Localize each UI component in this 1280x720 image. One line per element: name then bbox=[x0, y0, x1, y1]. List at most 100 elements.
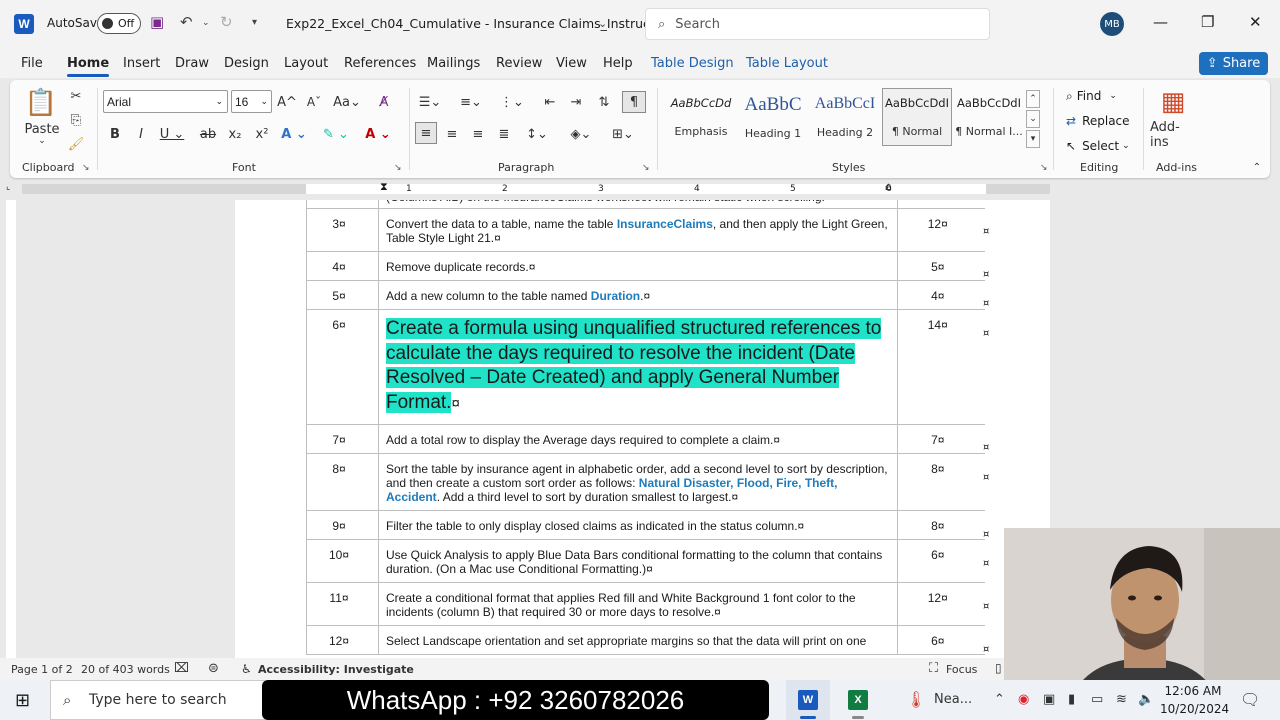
step-description-highlighted[interactable]: Create a formula using unqualified struc… bbox=[378, 309, 898, 425]
styles-launcher-icon[interactable]: ↘ bbox=[1040, 163, 1048, 173]
notifications-icon[interactable]: 🗨 bbox=[1240, 690, 1260, 709]
bullets-icon[interactable]: ☰⌄ bbox=[415, 92, 445, 112]
paste-button[interactable]: Paste bbox=[24, 122, 59, 137]
word-count[interactable]: 20 of 403 words bbox=[81, 663, 170, 676]
usb-icon[interactable]: ▮ bbox=[1068, 692, 1075, 707]
title-chevron-down-icon[interactable]: ⌄ bbox=[598, 17, 607, 30]
shading-icon[interactable]: ◈⌄ bbox=[566, 124, 596, 144]
proofing-icon[interactable]: ⌧ bbox=[174, 661, 189, 676]
style-emphasis[interactable]: AaBbCcDd Emphasis bbox=[666, 88, 736, 146]
tab-file[interactable]: File bbox=[21, 56, 43, 71]
search-input[interactable]: ⌕ Search bbox=[645, 8, 990, 40]
tab-insert[interactable]: Insert bbox=[123, 56, 160, 71]
tab-layout[interactable]: Layout bbox=[284, 56, 328, 71]
borders-icon[interactable]: ⊞⌄ bbox=[608, 124, 638, 144]
minimize-icon[interactable]: — bbox=[1153, 13, 1168, 31]
avatar[interactable]: MB bbox=[1100, 12, 1124, 36]
customize-toolbar-icon[interactable]: ▾ bbox=[252, 17, 257, 28]
step-description[interactable]: Add a new column to the table named Dura… bbox=[378, 280, 898, 310]
font-color-icon[interactable]: A ⌄ bbox=[363, 124, 393, 144]
show-formatting-marks-icon[interactable]: ¶ bbox=[622, 91, 646, 113]
step-description[interactable]: Remove duplicate records.¤ bbox=[378, 251, 898, 281]
close-icon[interactable]: ✕ bbox=[1249, 13, 1262, 31]
redo-icon[interactable]: ↻ bbox=[220, 13, 233, 31]
weather-icon[interactable]: 🌡 bbox=[906, 690, 926, 709]
justify-icon[interactable]: ≣ bbox=[494, 124, 514, 144]
increase-indent-icon[interactable]: ⇥ bbox=[566, 92, 586, 112]
copy-icon[interactable]: ⎘ bbox=[66, 110, 86, 130]
step-description[interactable]: Use Quick Analysis to apply Blue Data Ba… bbox=[378, 539, 898, 583]
read-mode-icon[interactable]: ▯ bbox=[995, 661, 1002, 675]
taskbar-word-app[interactable]: W bbox=[786, 680, 830, 720]
tab-help[interactable]: Help bbox=[603, 56, 633, 71]
styles-scroll-up-icon[interactable]: ⌃ bbox=[1026, 90, 1040, 108]
tab-table-design[interactable]: Table Design bbox=[651, 56, 734, 71]
text-effects-icon[interactable]: A ⌄ bbox=[279, 124, 309, 144]
sort-icon[interactable]: ⇅ bbox=[594, 92, 614, 112]
font-name-select[interactable]: Arial ⌄ bbox=[103, 90, 228, 113]
numbering-icon[interactable]: ≡⌄ bbox=[456, 92, 486, 112]
shrink-font-icon[interactable]: Aˇ bbox=[305, 92, 323, 112]
paste-icon[interactable]: 📋 bbox=[24, 86, 58, 120]
windows-start-icon[interactable]: ⊞ bbox=[15, 690, 30, 711]
subscript-icon[interactable]: x₂ bbox=[226, 124, 244, 144]
accessibility-status[interactable]: Accessibility: Investigate bbox=[258, 663, 414, 676]
bold-icon[interactable]: B bbox=[107, 124, 123, 144]
document-page[interactable]: (Columns A:B) on the InsuranceClaims wor… bbox=[235, 200, 1050, 658]
clipboard-launcher-icon[interactable]: ↘ bbox=[82, 163, 90, 173]
align-left-icon[interactable]: ≡ bbox=[415, 122, 437, 144]
decrease-indent-icon[interactable]: ⇤ bbox=[540, 92, 560, 112]
autosave-toggle[interactable]: Off bbox=[97, 13, 141, 34]
step-description[interactable]: Create a conditional format that applies… bbox=[378, 582, 898, 626]
step-description[interactable]: Select Landscape orientation and set app… bbox=[378, 625, 898, 655]
multilevel-list-icon[interactable]: ⋮⌄ bbox=[497, 92, 527, 112]
taskbar-search-input[interactable]: ⌕ Type here to search bbox=[50, 680, 265, 720]
tab-review[interactable]: Review bbox=[496, 56, 542, 71]
step-description[interactable]: Add a total row to display the Average d… bbox=[378, 424, 898, 454]
indent-marker-icon[interactable]: ⧗ bbox=[380, 180, 388, 194]
style-heading-2[interactable]: AaBbCcI Heading 2 bbox=[810, 88, 880, 146]
tab-home[interactable]: Home bbox=[67, 56, 110, 77]
styles-scroll-down-icon[interactable]: ⌄ bbox=[1026, 110, 1040, 128]
grow-font-icon[interactable]: A^ bbox=[277, 92, 297, 112]
battery-icon[interactable]: ▭ bbox=[1091, 692, 1103, 707]
font-launcher-icon[interactable]: ↘ bbox=[394, 163, 402, 173]
find-button[interactable]: ⌕ Find ⌄ bbox=[1066, 86, 1117, 106]
add-ins-button[interactable]: Add-ins bbox=[1150, 120, 1196, 150]
restore-icon[interactable]: ❐ bbox=[1201, 13, 1214, 31]
paragraph-launcher-icon[interactable]: ↘ bbox=[642, 163, 650, 173]
styles-more-icon[interactable]: ▾ bbox=[1026, 130, 1040, 148]
align-center-icon[interactable]: ≡ bbox=[442, 124, 462, 144]
style-normal-indent[interactable]: AaBbCcDdI ¶ Normal I... bbox=[954, 88, 1024, 146]
line-spacing-icon[interactable]: ↕⌄ bbox=[522, 124, 552, 144]
collapse-ribbon-icon[interactable]: ⌃ bbox=[1250, 160, 1264, 174]
undo-icon[interactable]: ↶ bbox=[180, 13, 193, 31]
change-case-icon[interactable]: Aa⌄ bbox=[332, 92, 362, 112]
wifi-icon[interactable]: ≋ bbox=[1116, 692, 1127, 707]
share-button[interactable]: ⇪ Share bbox=[1199, 52, 1268, 75]
clock-time[interactable]: 12:06 AM bbox=[1162, 684, 1224, 698]
step-description[interactable]: Sort the table by insurance agent in alp… bbox=[378, 453, 898, 511]
page-count[interactable]: Page 1 of 2 bbox=[11, 663, 73, 676]
paste-dropdown-icon[interactable]: ⌄ bbox=[34, 136, 50, 146]
undo-dropdown-icon[interactable]: ⌄ bbox=[202, 18, 210, 28]
italic-icon[interactable]: I bbox=[133, 124, 149, 144]
font-size-select[interactable]: 16 ⌄ bbox=[231, 90, 272, 113]
focus-button[interactable]: Focus bbox=[946, 663, 977, 676]
volume-icon[interactable]: 🔈 bbox=[1138, 692, 1154, 707]
step-description[interactable]: (Columns A:B) on the InsuranceClaims wor… bbox=[378, 200, 898, 209]
tab-view[interactable]: View bbox=[556, 56, 587, 71]
step-description[interactable]: Filter the table to only display closed … bbox=[378, 510, 898, 540]
superscript-icon[interactable]: x² bbox=[253, 124, 271, 144]
tab-selector-icon[interactable]: ⌞ bbox=[6, 182, 10, 192]
record-icon[interactable]: ◉ bbox=[1018, 692, 1029, 707]
cut-icon[interactable]: ✂ bbox=[66, 86, 86, 106]
taskbar-excel-app[interactable]: X bbox=[836, 680, 880, 720]
accessibility-icon[interactable]: ♿ bbox=[241, 662, 252, 676]
style-normal[interactable]: AaBbCcDdI ¶ Normal bbox=[882, 88, 952, 146]
underline-icon[interactable]: U ⌄ bbox=[158, 124, 186, 144]
clear-formatting-icon[interactable]: A̸ bbox=[374, 92, 394, 112]
weather-text[interactable]: Nea... bbox=[934, 692, 972, 707]
tab-draw[interactable]: Draw bbox=[175, 56, 209, 71]
tab-table-layout[interactable]: Table Layout bbox=[746, 56, 828, 71]
